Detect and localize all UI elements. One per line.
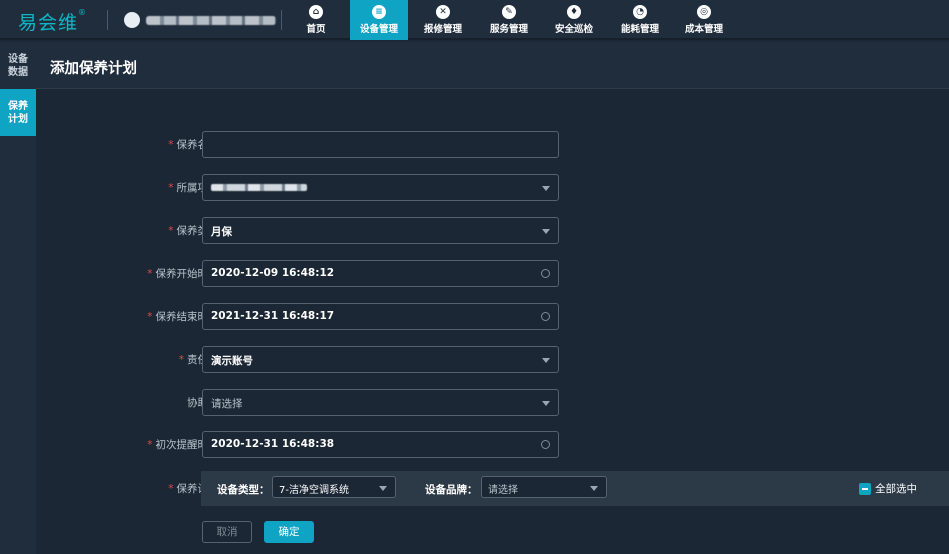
checkbox-indeterminate-icon [859, 482, 871, 495]
nav-service-management[interactable]: ✎ 服务管理 [480, 0, 538, 40]
chevron-down-icon [542, 401, 550, 406]
form-row-type: *保养类型： 月保 [36, 217, 949, 244]
required-mark: * [168, 225, 174, 237]
service-icon: ✎ [502, 5, 516, 19]
sidebar-item-device-data[interactable]: 设备数据 [0, 42, 36, 89]
helper-select[interactable]: 请选择 [202, 389, 559, 416]
start-time-picker[interactable]: 2020-12-09 16:48:12 [202, 260, 559, 287]
required-mark: * [168, 483, 174, 495]
energy-icon: ◔ [633, 5, 647, 19]
nav-repair-management[interactable]: ✕ 报修管理 [414, 0, 472, 40]
form-row-start-time: * 保养开始时间： 2020-12-09 16:48:12 [36, 260, 949, 287]
cancel-button[interactable]: 取消 [202, 521, 252, 543]
end-time-picker[interactable]: 2021-12-31 16:48:17 [202, 303, 559, 330]
nav-energy-management[interactable]: ◔ 能耗管理 [611, 0, 669, 40]
form-row-owner: *责任人： 演示账号 [36, 346, 949, 373]
company-avatar [124, 12, 140, 28]
required-mark: * [147, 268, 153, 280]
cost-icon: ◎ [697, 5, 711, 19]
sidebar: 设备数据 保养计划 [0, 42, 36, 554]
required-mark: * [178, 354, 184, 366]
nav-safety-inspection[interactable]: ♦ 安全巡检 [545, 0, 603, 40]
company-name-redacted [146, 15, 276, 25]
form-row-remind-time: * 初次提醒时间： 2020-12-31 16:48:38 [36, 431, 949, 458]
equipment-brand-label: 设备品牌： [425, 484, 478, 496]
chevron-down-icon [542, 229, 550, 234]
required-mark: * [147, 439, 153, 451]
clock-icon [541, 312, 550, 321]
chevron-down-icon [590, 486, 598, 491]
chevron-down-icon [379, 486, 387, 491]
home-icon: ⌂ [309, 5, 323, 19]
required-mark: * [168, 182, 174, 194]
nav-device-management[interactable]: ≡ 设备管理 [350, 0, 408, 40]
chevron-down-icon [542, 358, 550, 363]
equipment-brand-select[interactable]: 请选择 [481, 476, 607, 498]
device-icon: ≡ [372, 5, 386, 19]
first-remind-time-picker[interactable]: 2020-12-31 16:48:38 [202, 431, 559, 458]
form-row-project: *所属项目： [36, 174, 949, 201]
owner-select[interactable]: 演示账号 [202, 346, 559, 373]
maintenance-name-input[interactable] [202, 131, 559, 158]
confirm-button[interactable]: 确定 [264, 521, 314, 543]
company-switcher[interactable] [124, 12, 276, 28]
project-select[interactable] [202, 174, 559, 201]
select-all-checkbox[interactable]: 全部选中 [859, 481, 917, 496]
required-mark: * [168, 139, 174, 151]
form-row-end-time: * 保养结束时间： 2021-12-31 16:48:17 [36, 303, 949, 330]
required-mark: * [147, 311, 153, 323]
maintenance-type-select[interactable]: 月保 [202, 217, 559, 244]
chevron-down-icon [542, 186, 550, 191]
divider [107, 10, 108, 30]
top-navbar: 易会维® ⌂ 首页 ≡ 设备管理 ✕ 报修管理 ✎ 服务管理 ♦ 安全巡检 ◔ … [0, 0, 949, 40]
project-value-redacted [211, 184, 307, 191]
nav-cost-management[interactable]: ◎ 成本管理 [675, 0, 733, 40]
inspection-icon: ♦ [567, 5, 581, 19]
nav-home[interactable]: ⌂ 首页 [287, 0, 345, 40]
equipment-type-label: 设备类型： [217, 484, 270, 496]
clock-icon [541, 440, 550, 449]
app-logo[interactable]: 易会维® [18, 8, 87, 35]
clock-icon [541, 269, 550, 278]
repair-icon: ✕ [436, 5, 450, 19]
sidebar-item-maintenance-plan[interactable]: 保养计划 [0, 89, 36, 136]
form-row-name: *保养名称： [36, 131, 949, 158]
divider [281, 10, 282, 30]
form-row-helper: 协助人： 请选择 [36, 389, 949, 416]
equipment-type-select[interactable]: 7-洁净空调系统 [272, 476, 396, 498]
equipment-filter-bar: 设备类型： 7-洁净空调系统 设备品牌： 请选择 全部选中 [201, 471, 949, 506]
page-title: 添加保养计划 [36, 42, 949, 89]
